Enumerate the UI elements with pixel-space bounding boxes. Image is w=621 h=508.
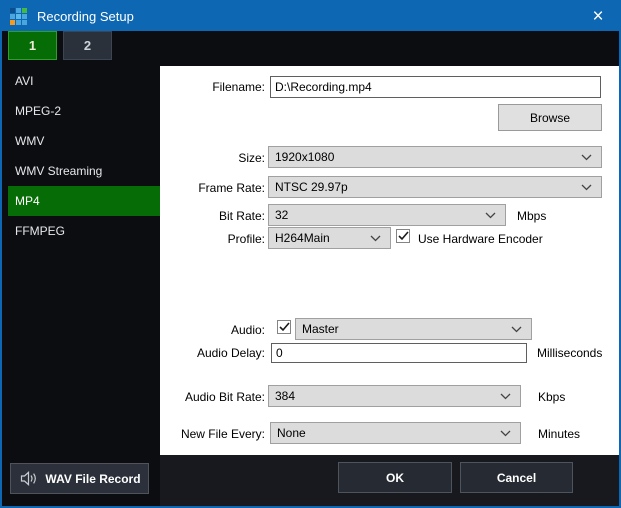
size-select[interactable]: 1920x1080 — [268, 146, 602, 168]
filename-input[interactable]: D:\Recording.mp4 — [270, 76, 601, 98]
vmix-logo-icon — [10, 8, 27, 25]
check-icon — [279, 322, 290, 332]
audio-checkbox[interactable] — [277, 320, 291, 334]
frame-rate-label: Frame Rate: — [160, 181, 265, 195]
close-icon[interactable]: × — [581, 2, 615, 31]
sidebar-item-avi[interactable]: AVI — [8, 66, 160, 96]
frame-rate-value: NTSC 29.97p — [269, 180, 581, 194]
audio-delay-unit: Milliseconds — [537, 346, 602, 360]
wav-file-record-button[interactable]: WAV File Record — [10, 463, 149, 494]
cancel-button[interactable]: Cancel — [460, 462, 573, 493]
profile-select[interactable]: H264Main — [268, 227, 391, 249]
hardware-encoder-checkbox[interactable] — [396, 229, 410, 243]
profile-value: H264Main — [269, 231, 370, 245]
audio-source-value: Master — [296, 322, 511, 336]
profile-label: Profile: — [160, 232, 265, 246]
recording-setup-dialog: Recording Setup × 1 2 AVI MPEG-2 WMV WMV… — [0, 0, 621, 508]
audio-delay-input[interactable]: 0 — [271, 343, 527, 363]
audio-bit-rate-value: 384 — [269, 389, 500, 403]
window-title: Recording Setup — [37, 9, 134, 24]
size-label: Size: — [160, 151, 265, 165]
frame-rate-select[interactable]: NTSC 29.97p — [268, 176, 602, 198]
wav-file-record-label: WAV File Record — [38, 472, 148, 486]
audio-delay-label: Audio Delay: — [160, 346, 265, 360]
chevron-down-icon — [581, 184, 592, 191]
chevron-down-icon — [370, 235, 381, 242]
chevron-down-icon — [500, 430, 511, 437]
audio-source-select[interactable]: Master — [295, 318, 532, 340]
size-value: 1920x1080 — [269, 150, 581, 164]
sidebar-item-mp4[interactable]: MP4 — [8, 186, 160, 216]
hardware-encoder-label: Use Hardware Encoder — [418, 232, 543, 246]
new-file-every-value: None — [271, 426, 500, 440]
sidebar-item-mpeg2[interactable]: MPEG-2 — [8, 96, 160, 126]
browse-button[interactable]: Browse — [498, 104, 602, 131]
new-file-every-label: New File Every: — [160, 427, 265, 441]
tab-2[interactable]: 2 — [63, 31, 112, 60]
chevron-down-icon — [511, 326, 522, 333]
chevron-down-icon — [485, 212, 496, 219]
tab-1[interactable]: 1 — [8, 31, 57, 60]
new-file-every-unit: Minutes — [538, 427, 580, 441]
bit-rate-value: 32 — [269, 208, 485, 222]
audio-bit-rate-unit: Kbps — [538, 390, 565, 404]
sidebar-item-ffmpeg[interactable]: FFMPEG — [8, 216, 160, 246]
sidebar-item-wmv-streaming[interactable]: WMV Streaming — [8, 156, 160, 186]
settings-panel: Filename: D:\Recording.mp4 Browse Size: … — [160, 66, 619, 455]
audio-bit-rate-label: Audio Bit Rate: — [160, 390, 265, 404]
new-file-every-select[interactable]: None — [270, 422, 521, 444]
bit-rate-unit: Mbps — [517, 209, 546, 223]
speaker-icon — [20, 471, 38, 486]
check-icon — [398, 231, 409, 241]
chevron-down-icon — [581, 154, 592, 161]
chevron-down-icon — [500, 393, 511, 400]
bit-rate-select[interactable]: 32 — [268, 204, 506, 226]
audio-label: Audio: — [160, 323, 265, 337]
sidebar-item-wmv[interactable]: WMV — [8, 126, 160, 156]
audio-bit-rate-select[interactable]: 384 — [268, 385, 521, 407]
titlebar[interactable]: Recording Setup × — [2, 2, 619, 31]
filename-label: Filename: — [160, 80, 265, 94]
bit-rate-label: Bit Rate: — [160, 209, 265, 223]
ok-button[interactable]: OK — [338, 462, 452, 493]
